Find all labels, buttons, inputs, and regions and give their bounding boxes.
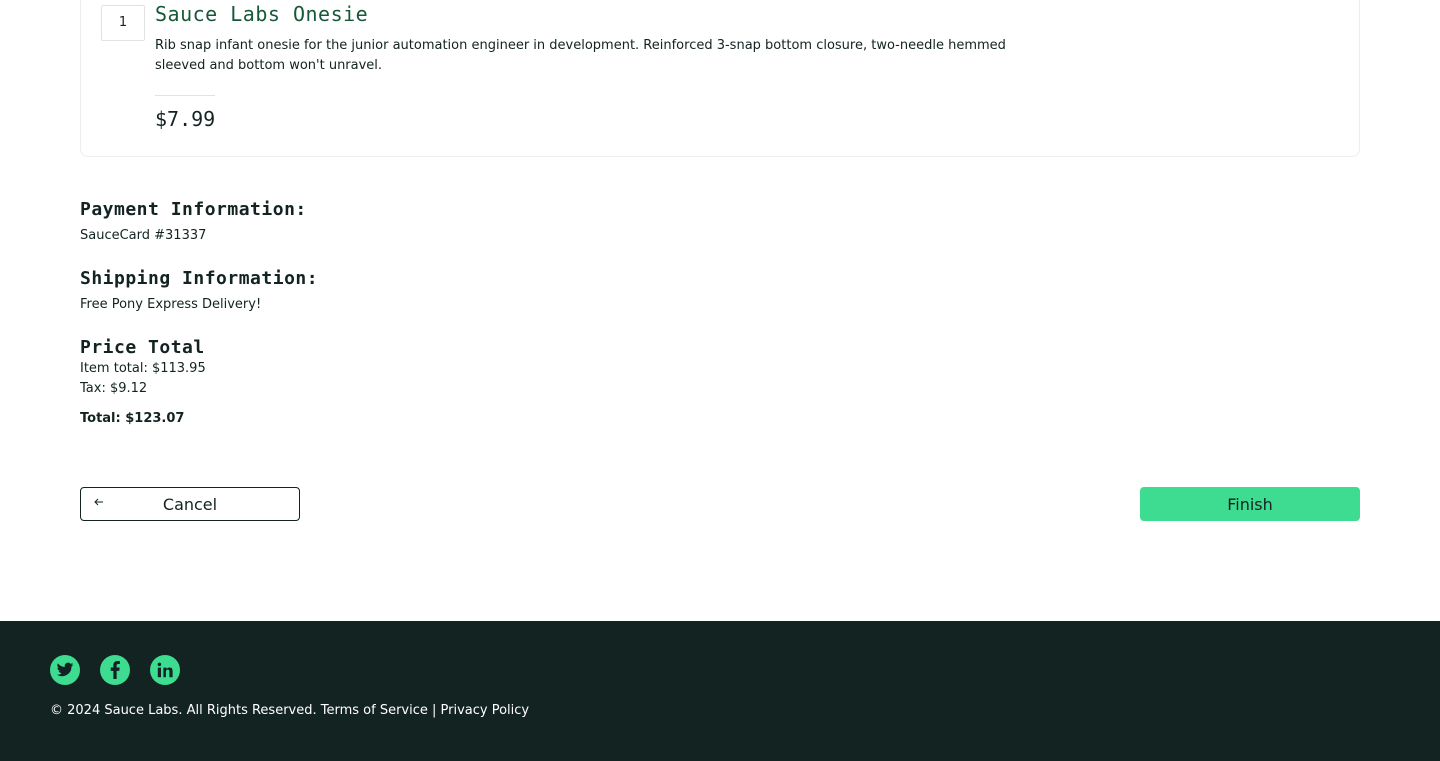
arrow-left-icon <box>93 496 105 511</box>
cart-quantity: 1 <box>101 5 145 41</box>
finish-button-label: Finish <box>1227 494 1273 514</box>
tax-label: Tax: $9.12 <box>80 381 148 396</box>
price-divider <box>155 95 215 96</box>
subtotal-label: Item total: $113.95 <box>80 361 206 376</box>
cart-item: 1 Sauce Labs Onesie Rib snap infant ones… <box>80 0 1360 157</box>
facebook-icon[interactable] <box>100 655 130 685</box>
footer-copyright: © 2024 Sauce Labs. All Rights Reserved. … <box>50 703 530 718</box>
total-label: Total: $123.07 <box>80 411 185 426</box>
finish-button[interactable]: Finish <box>1140 487 1360 521</box>
linkedin-icon[interactable] <box>150 655 180 685</box>
shipping-info-value: Free Pony Express Delivery! <box>80 297 262 312</box>
payment-info-value: SauceCard #31337 <box>80 228 207 243</box>
shipping-info-label: Shipping Information: <box>80 268 319 289</box>
footer: © 2024 Sauce Labs. All Rights Reserved. … <box>0 621 1440 761</box>
cancel-button[interactable]: Cancel <box>80 487 300 521</box>
twitter-icon[interactable] <box>50 655 80 685</box>
inventory-item-description: Rib snap infant onesie for the junior au… <box>155 38 1006 73</box>
total-info-label: Price Total <box>80 337 205 358</box>
inventory-item-name[interactable]: Sauce Labs Onesie <box>155 2 368 26</box>
inventory-item-price: $7.99 <box>155 107 216 131</box>
cancel-button-label: Cancel <box>162 494 218 514</box>
payment-info-label: Payment Information: <box>80 199 307 220</box>
